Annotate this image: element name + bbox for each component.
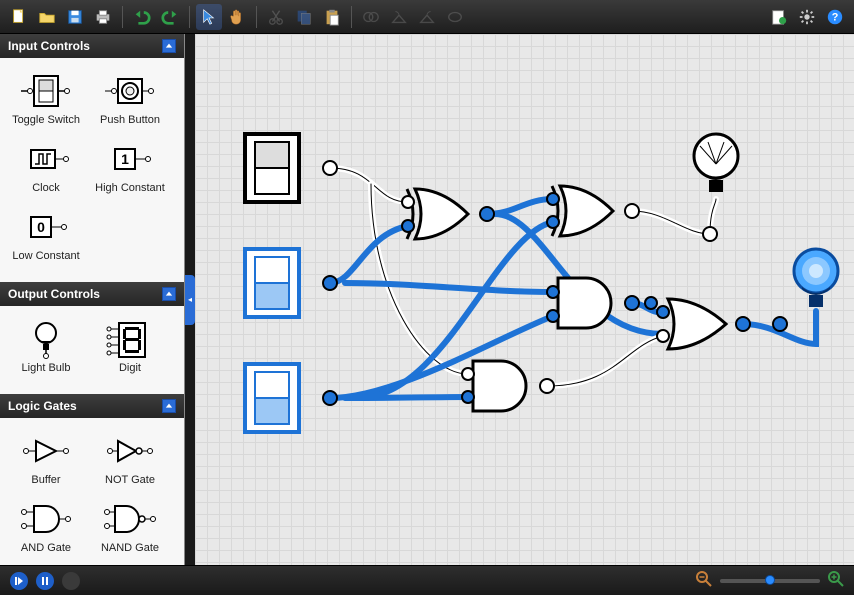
canvas-xor-gate-1[interactable] [407, 189, 468, 239]
low-constant-icon: 0 [4, 208, 88, 246]
panel-body-output-controls: Light Bulb Digit [0, 306, 184, 394]
main-area: Input Controls Toggle Switch Push Button [0, 34, 854, 565]
canvas-toggle-switch-1[interactable] [245, 134, 299, 202]
panel-title: Input Controls [8, 39, 90, 53]
panel-header-output-controls[interactable]: Output Controls [0, 282, 184, 306]
new-file-button[interactable] [6, 4, 32, 30]
light-bulb-icon [4, 320, 88, 358]
palette-push-button[interactable]: Push Button [88, 68, 172, 136]
palette-label: Digit [88, 362, 172, 374]
canvas-and-gate-2[interactable] [473, 361, 526, 411]
panel-body-logic-gates: Buffer NOT Gate AND Gate NAND Gate [0, 418, 184, 565]
canvas-viewport[interactable] [195, 34, 854, 565]
palette-nand-gate[interactable]: NAND Gate [88, 496, 172, 564]
canvas-light-bulb-1[interactable] [694, 134, 738, 192]
palette-not-gate[interactable]: NOT Gate [88, 428, 172, 496]
open-file-button[interactable] [34, 4, 60, 30]
undo-button[interactable] [129, 4, 155, 30]
screenshot-button[interactable] [766, 4, 792, 30]
copy-button[interactable] [291, 4, 317, 30]
zoom-in-button[interactable] [828, 571, 844, 590]
zoom-slider-thumb[interactable] [765, 575, 775, 585]
pan-tool-button[interactable] [224, 4, 250, 30]
panel-header-input-controls[interactable]: Input Controls [0, 34, 184, 58]
settings-button[interactable] [794, 4, 820, 30]
collapse-icon[interactable] [162, 287, 176, 301]
bottom-bar [0, 565, 854, 595]
print-button[interactable] [90, 4, 116, 30]
zoom-slider[interactable] [720, 579, 820, 583]
palette-label: Clock [4, 182, 88, 194]
pointer-tool-button[interactable] [196, 4, 222, 30]
palette-label: NAND Gate [88, 542, 172, 554]
cut-button[interactable] [263, 4, 289, 30]
palette-label: AND Gate [4, 542, 88, 554]
circuit-canvas[interactable] [195, 34, 854, 565]
canvas-light-bulb-2[interactable] [794, 249, 838, 307]
panel-body-input-controls: Toggle Switch Push Button Clock 1 High C… [0, 58, 184, 282]
push-button-icon [88, 72, 172, 110]
palette-and-gate[interactable]: AND Gate [4, 496, 88, 564]
svg-text:?: ? [832, 11, 839, 23]
digit-icon [88, 320, 172, 358]
sidebar-collapse-button[interactable]: ◂ [185, 275, 195, 325]
step-button[interactable] [10, 572, 28, 590]
clock-icon [4, 140, 88, 178]
palette-toggle-switch[interactable]: Toggle Switch [4, 68, 88, 136]
rotate-right-button[interactable] [414, 4, 440, 30]
palette-buffer[interactable]: Buffer [4, 428, 88, 496]
palette-label: Low Constant [4, 250, 88, 262]
component-sidebar[interactable]: Input Controls Toggle Switch Push Button [0, 34, 185, 565]
toggle-switch-icon [4, 72, 88, 110]
palette-label: NOT Gate [88, 474, 172, 486]
canvas-toggle-switch-2[interactable] [245, 249, 299, 317]
rotate-left-button[interactable] [386, 4, 412, 30]
record-indicator[interactable] [62, 572, 80, 590]
collapse-icon[interactable] [162, 39, 176, 53]
canvas-toggle-switch-3[interactable] [245, 364, 299, 432]
pause-button[interactable] [36, 572, 54, 590]
canvas-and-gate-1[interactable] [558, 278, 611, 328]
palette-high-constant[interactable]: 1 High Constant [88, 136, 172, 204]
group-button[interactable] [358, 4, 384, 30]
palette-digit[interactable]: Digit [88, 316, 172, 384]
collapse-icon[interactable] [162, 399, 176, 413]
circuit-svg [195, 34, 854, 564]
not-gate-icon [88, 432, 172, 470]
paste-button[interactable] [319, 4, 345, 30]
sidebar-collapse-handle: ◂ [185, 34, 195, 565]
save-file-button[interactable] [62, 4, 88, 30]
redo-button[interactable] [157, 4, 183, 30]
panel-header-logic-gates[interactable]: Logic Gates [0, 394, 184, 418]
high-constant-icon: 1 [88, 140, 172, 178]
svg-text:0: 0 [37, 219, 45, 235]
palette-label: Light Bulb [4, 362, 88, 374]
flip-button[interactable] [442, 4, 468, 30]
palette-label: Push Button [88, 114, 172, 126]
canvas-xor-gate-2[interactable] [552, 186, 613, 236]
palette-clock[interactable]: Clock [4, 136, 88, 204]
buffer-icon [4, 432, 88, 470]
panel-title: Output Controls [8, 287, 100, 301]
canvas-or-gate-1[interactable] [668, 299, 726, 349]
and-gate-icon [4, 500, 88, 538]
svg-text:1: 1 [121, 151, 129, 167]
palette-low-constant[interactable]: 0 Low Constant [4, 204, 88, 272]
palette-label: Buffer [4, 474, 88, 486]
top-toolbar: ? [0, 0, 854, 34]
palette-light-bulb[interactable]: Light Bulb [4, 316, 88, 384]
palette-label: High Constant [88, 182, 172, 194]
nand-gate-icon [88, 500, 172, 538]
help-button[interactable]: ? [822, 4, 848, 30]
panel-title: Logic Gates [8, 399, 77, 413]
palette-label: Toggle Switch [4, 114, 88, 126]
zoom-out-button[interactable] [696, 571, 712, 590]
